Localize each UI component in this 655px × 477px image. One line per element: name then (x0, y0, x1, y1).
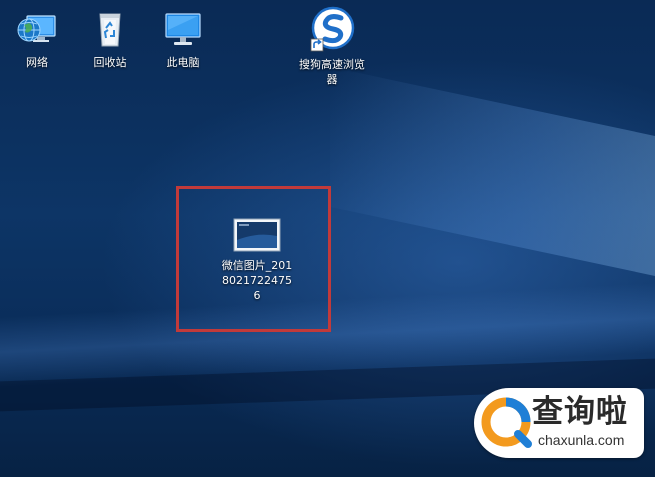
desktop-icon-label: 此电脑 (166, 56, 200, 69)
computer-monitor-icon (165, 13, 201, 45)
desktop-icon-label: 搜狗高速浏览器 (299, 58, 365, 86)
desktop-icon-sogou-browser[interactable]: 搜狗高速浏览器 (296, 6, 368, 87)
desktop-icon-network[interactable]: 网络 (1, 8, 73, 70)
wallpaper-light-beam (330, 66, 655, 314)
desktop-icon-label: 回收站 (93, 56, 127, 69)
desktop-icon-label: 网络 (26, 56, 48, 69)
sogou-browser-icon (310, 6, 355, 52)
watermark-url: chaxunla.com (538, 432, 625, 448)
image-file-icon (233, 218, 281, 252)
desktop[interactable]: 网络 回收站 此电脑 搜狗高速浏览器 微信图片_20180217224756 查… (0, 0, 655, 477)
desktop-icon-this-pc[interactable]: 此电脑 (147, 8, 219, 70)
chaxunla-logo-icon (481, 397, 532, 448)
desktop-icon-label: 微信图片_20180217224756 (221, 259, 293, 302)
network-globe-icon (17, 15, 56, 42)
desktop-icon-image-file[interactable]: 微信图片_20180217224756 (220, 218, 294, 303)
recycle-bin-icon (99, 13, 121, 47)
desktop-icon-recycle-bin[interactable]: 回收站 (74, 8, 146, 70)
watermark-title: 查询啦 (532, 394, 628, 430)
watermark: 查询啦 chaxunla.com (474, 388, 644, 458)
